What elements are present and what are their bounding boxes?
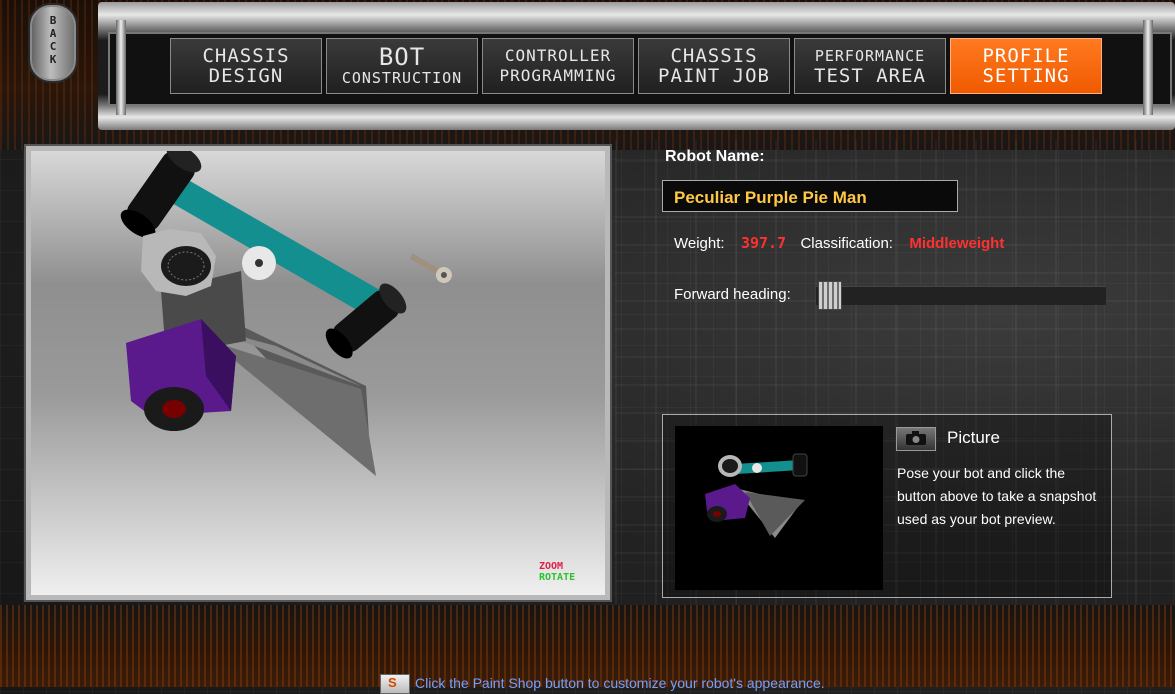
weight-value: 397.7 <box>740 234 787 252</box>
tab-label-line2: SETTING <box>982 65 1070 87</box>
robot-gear-center <box>255 259 263 267</box>
zoom-rotate-legend: ZOOM ROTATE <box>539 561 575 583</box>
robot-name-label: Robot Name: <box>665 148 765 165</box>
tab-label-line1: BOT <box>378 43 426 71</box>
tab-bot-construction[interactable]: BOT CONSTRUCTION <box>326 38 478 94</box>
camera-icon <box>906 431 926 445</box>
tab-label-line2: DESIGN <box>208 65 284 87</box>
tab-profile-setting[interactable]: PROFILE SETTING <box>950 38 1102 94</box>
tab-performance-test-area[interactable]: PERFORMANCE TEST AREA <box>794 38 946 94</box>
robot-wheel-hub <box>162 400 186 418</box>
robot-stats: Weight: 397.7 Classification: Middleweig… <box>674 234 1004 252</box>
tab-label-line2: CONSTRUCTION <box>341 69 463 87</box>
tab-chassis-design[interactable]: CHASSIS DESIGN <box>170 38 322 94</box>
tab-label-line1: CHASSIS <box>670 45 758 67</box>
robot-name-value: Peculiar Purple Pie Man <box>674 188 867 207</box>
robot-3d-viewport[interactable]: ZOOM ROTATE <box>24 144 612 602</box>
picture-title: Picture <box>947 428 1000 447</box>
tab-label-line2: TEST AREA <box>814 65 926 87</box>
back-button[interactable]: BACK <box>28 3 78 83</box>
bot-preview-image <box>675 426 883 590</box>
tab-label-line1: CONTROLLER <box>504 46 612 65</box>
take-snapshot-button[interactable] <box>896 427 936 451</box>
nav-frame-post <box>116 20 126 115</box>
bot-preview-drawing <box>705 453 808 538</box>
robot-name-field[interactable]: Peculiar Purple Pie Man <box>662 180 958 212</box>
classification-value: Middleweight <box>909 235 1005 252</box>
weight-label: Weight: <box>674 235 725 252</box>
tab-controller-programming[interactable]: CONTROLLER PROGRAMMING <box>482 38 634 94</box>
picture-description: Pose your bot and click the button above… <box>897 465 1097 527</box>
forward-heading-label: Forward heading: <box>674 286 791 303</box>
tab-label-line1: PROFILE <box>982 45 1070 67</box>
tab-label-line2: PAINT JOB <box>658 65 770 87</box>
nav-tabs: CHASSIS DESIGN BOT CONSTRUCTION CONTROLL… <box>170 38 1102 96</box>
floating-part <box>409 253 452 283</box>
paint-shop-icon[interactable]: S <box>380 674 410 694</box>
robot-model <box>120 151 452 476</box>
tab-label-line1: PERFORMANCE <box>814 47 926 65</box>
classification-label: Classification: <box>800 235 893 252</box>
forward-heading-slider[interactable] <box>816 286 1106 305</box>
rotate-label: ROTATE <box>539 572 576 583</box>
tab-label-line2: PROGRAMMING <box>499 66 617 85</box>
back-label: BACK <box>49 14 57 66</box>
tab-chassis-paint-job[interactable]: CHASSIS PAINT JOB <box>638 38 790 94</box>
forward-heading-slider-thumb[interactable] <box>818 281 842 310</box>
zoom-label: ZOOM <box>539 561 564 572</box>
paint-shop-hint-text[interactable]: Click the Paint Shop button to customize… <box>415 675 825 691</box>
tab-label-line1: CHASSIS <box>202 45 290 67</box>
nav-frame-post <box>1143 20 1153 115</box>
